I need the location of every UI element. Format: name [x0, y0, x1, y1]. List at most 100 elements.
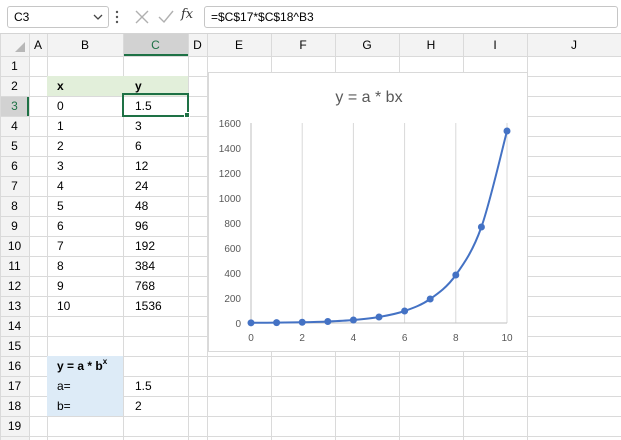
active-cell-border[interactable]	[122, 93, 189, 117]
x-value-cell[interactable]: 4	[47, 176, 123, 196]
y-tick-label: 1400	[219, 144, 242, 155]
column-header-c[interactable]: C	[123, 35, 188, 55]
data-point	[426, 295, 434, 303]
row-header-4[interactable]: 4	[0, 116, 29, 136]
fill-handle[interactable]	[184, 112, 190, 118]
row-header-19[interactable]: 19	[0, 416, 29, 436]
formula-label: y = a * b	[57, 359, 103, 373]
name-box[interactable]: C3	[7, 6, 109, 28]
series-line	[250, 130, 508, 324]
column-header-b[interactable]: B	[47, 35, 123, 55]
check-icon[interactable]	[157, 8, 175, 26]
data-point	[452, 271, 460, 279]
y-tick-label: 600	[224, 244, 241, 255]
a-label-cell[interactable]: a=	[47, 376, 123, 396]
y-value-cell[interactable]: 96	[123, 216, 188, 236]
column-header-e[interactable]: E	[207, 35, 271, 55]
a-value-cell[interactable]: 1.5	[123, 376, 188, 396]
row-header-12[interactable]: 12	[0, 276, 29, 296]
more-options-icon[interactable]	[114, 9, 120, 25]
b-label-cell[interactable]: b=	[47, 396, 123, 416]
row-header-18[interactable]: 18	[0, 396, 29, 416]
x-tick-label: 2	[299, 333, 305, 344]
y-value-cell[interactable]: 384	[123, 256, 188, 276]
y-tick-label: 0	[235, 319, 241, 330]
y-tick-label: 1000	[219, 194, 242, 205]
row-header-6[interactable]: 6	[0, 156, 29, 176]
x-value-cell[interactable]: 2	[47, 136, 123, 156]
x-tick-label: 4	[351, 333, 357, 344]
row-header-7[interactable]: 7	[0, 176, 29, 196]
a-value: 1.5	[135, 379, 152, 393]
x-value-cell[interactable]: 0	[47, 96, 123, 116]
data-point	[324, 318, 332, 325]
row-header-1[interactable]: 1	[0, 56, 29, 76]
column-header-a[interactable]: A	[29, 35, 47, 55]
formula-label-cell[interactable]: y = a * bx	[47, 356, 123, 376]
formula-input[interactable]: =$C$17*$C$18^B3	[204, 6, 618, 28]
y-value-cell[interactable]: 3	[123, 116, 188, 136]
data-point	[349, 316, 357, 324]
row-header-13[interactable]: 13	[0, 296, 29, 316]
x-value-cell[interactable]: 5	[47, 196, 123, 216]
y-tick-label: 800	[224, 219, 241, 230]
column-header-j[interactable]: J	[527, 35, 621, 55]
cancel-icon[interactable]	[133, 8, 151, 26]
column-header-g[interactable]: G	[335, 35, 399, 55]
row-header-3[interactable]: 3	[0, 96, 29, 116]
y-value-cell[interactable]: 1536	[123, 296, 188, 316]
data-point	[273, 319, 281, 327]
y-value-cell[interactable]: 768	[123, 276, 188, 296]
row-header-11[interactable]: 11	[0, 256, 29, 276]
x-tick-label: 10	[501, 333, 513, 344]
spreadsheet-grid[interactable]: ABCDEFGHIJ 1 2 3 4 5 6 7 8 9 10 11 12 13 14 15 16 17 18 19…	[0, 34, 621, 440]
header-x: x	[57, 79, 64, 93]
x-value-cell[interactable]: 3	[47, 156, 123, 176]
row-header-9[interactable]: 9	[0, 216, 29, 236]
row-header-5[interactable]: 5	[0, 136, 29, 156]
y-value-cell[interactable]: 6	[123, 136, 188, 156]
x-value-cell[interactable]: 7	[47, 236, 123, 256]
b-value-cell[interactable]: 2	[123, 396, 188, 416]
column-header-h[interactable]: H	[399, 35, 463, 55]
header-x-cell[interactable]: x	[47, 76, 123, 96]
x-value-cell[interactable]: 9	[47, 276, 123, 296]
y-value-cell[interactable]: 192	[123, 236, 188, 256]
y-tick-label: 200	[224, 294, 241, 305]
chart[interactable]: y = a * bx 0 200 400 600 800 1000 1200 1400 1600…	[208, 72, 528, 352]
insert-function-icon[interactable]: fx	[181, 7, 193, 22]
b-value: 2	[135, 399, 142, 413]
row-header-10[interactable]: 10	[0, 236, 29, 256]
y-tick-label: 1200	[219, 169, 242, 180]
column-header-i[interactable]: I	[463, 35, 527, 55]
x-tick-label: 0	[248, 333, 254, 344]
data-point	[247, 319, 255, 327]
row-header-16[interactable]: 16	[0, 356, 29, 376]
data-point	[298, 318, 306, 326]
y-value-cell[interactable]: 48	[123, 196, 188, 216]
chevron-down-icon[interactable]	[93, 10, 103, 24]
x-value-cell[interactable]: 1	[47, 116, 123, 136]
y-value-cell[interactable]: 24	[123, 176, 188, 196]
row-header-14[interactable]: 14	[0, 316, 29, 336]
chart-plot: 0 200 400 600 800 1000 1200 1400 1600 0 2 4 6 8 10	[219, 119, 513, 344]
name-box-value: C3	[14, 10, 30, 24]
formula-text: =$C$17*$C$18^B3	[211, 10, 314, 24]
y-tick-label: 400	[224, 269, 241, 280]
row-header-2[interactable]: 2	[0, 76, 29, 96]
y-tick-label: 1600	[219, 119, 242, 130]
column-header-d[interactable]: D	[188, 35, 207, 55]
b-label: b=	[57, 399, 71, 413]
header-y: y	[135, 79, 142, 93]
y-value-cell[interactable]: 12	[123, 156, 188, 176]
row-header-8[interactable]: 8	[0, 196, 29, 216]
x-tick-label: 8	[453, 333, 459, 344]
data-point	[375, 313, 383, 321]
row-header-15[interactable]: 15	[0, 336, 29, 356]
data-point	[401, 307, 409, 315]
x-value-cell[interactable]: 8	[47, 256, 123, 276]
row-header-17[interactable]: 17	[0, 376, 29, 396]
column-header-f[interactable]: F	[271, 35, 335, 55]
x-value-cell[interactable]: 10	[47, 296, 123, 316]
x-value-cell[interactable]: 6	[47, 216, 123, 236]
